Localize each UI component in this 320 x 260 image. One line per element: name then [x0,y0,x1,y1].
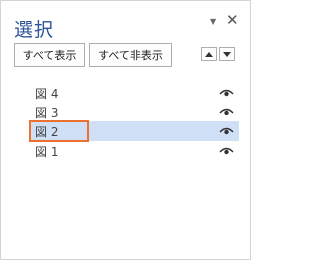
item-label: 図 3 [35,105,59,120]
eye-icon[interactable] [219,146,234,156]
selection-pane: 選択 ▼ ✕ すべて表示 すべて非表示 図 4 図 3 図 2 図 1 [0,0,251,260]
hide-all-button[interactable]: すべて非表示 [89,43,172,67]
item-label: 図 1 [35,144,59,159]
arrow-down-icon [223,51,231,57]
arrow-up-icon [205,51,213,57]
list-item[interactable]: 図 3 [30,102,239,122]
selection-highlight-box [29,120,89,142]
pane-title: 選択 [14,19,55,41]
list-item[interactable]: 図 1 [30,141,239,161]
eye-icon[interactable] [219,107,234,117]
send-backward-button[interactable] [219,47,235,61]
item-label: 図 4 [35,86,59,101]
pane-options-icon[interactable]: ▼ [210,17,216,26]
close-icon[interactable]: ✕ [226,13,239,28]
eye-icon[interactable] [219,88,234,98]
list-item[interactable]: 図 4 [30,83,239,103]
show-all-button[interactable]: すべて表示 [14,43,85,67]
eye-icon[interactable] [219,126,234,136]
bring-forward-button[interactable] [201,47,217,61]
